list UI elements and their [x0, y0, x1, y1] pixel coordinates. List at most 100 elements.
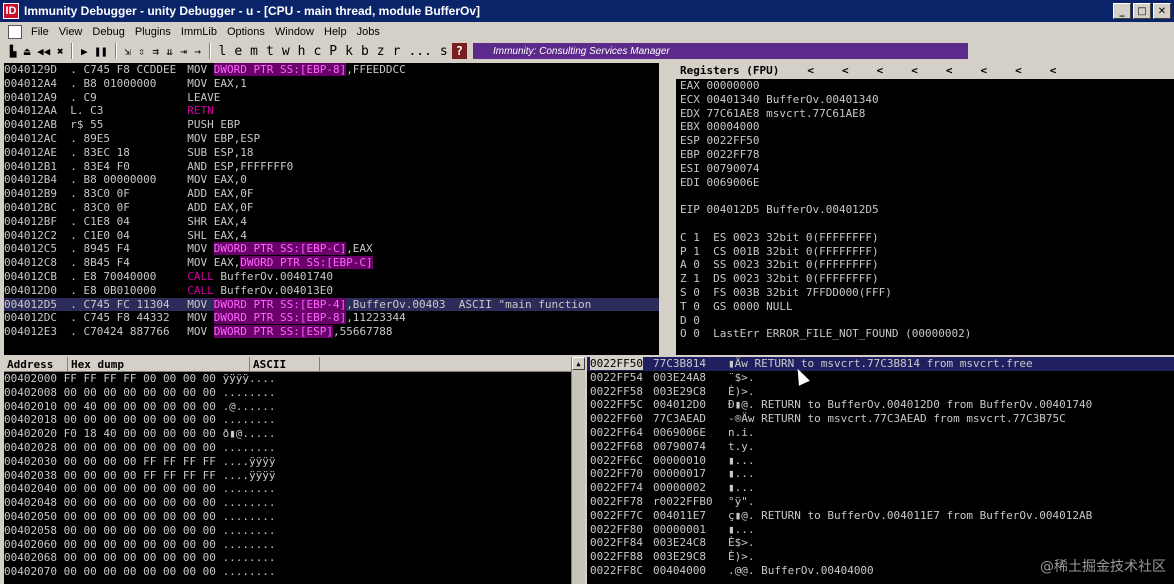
register-nav-arrow[interactable]: < — [946, 63, 953, 79]
dump-row[interactable]: 00402010 00 40 00 00 00 00 00 00 .@.....… — [4, 400, 571, 414]
disasm-row[interactable]: 004012AC . 89E5 MOV EBP,ESP — [4, 132, 659, 146]
register-row[interactable] — [676, 217, 1174, 231]
open-icon[interactable]: ▙ — [6, 43, 20, 60]
scroll-up-icon[interactable]: ▲ — [572, 357, 585, 370]
dump-row[interactable]: 00402038 00 00 00 00 FF FF FF FF ....ÿÿÿ… — [4, 469, 571, 483]
dump-row[interactable]: 00402040 00 00 00 00 00 00 00 00 .......… — [4, 482, 571, 496]
menu-options[interactable]: Options — [222, 26, 270, 38]
run-icon[interactable]: ▶ — [77, 43, 91, 60]
trace-into-icon[interactable]: ⇉ — [149, 43, 163, 60]
dump-header-address[interactable]: Address — [4, 357, 68, 371]
toolbar-w-button[interactable]: w — [278, 43, 294, 60]
register-row[interactable]: C 1 ES 0023 32bit 0(FFFFFFFF) — [676, 231, 1174, 245]
disasm-row[interactable]: 004012CB . E8 70040000 CALL BufferOv.0040… — [4, 270, 659, 284]
dump-row[interactable]: 00402020 F0 18 40 00 00 00 00 00 ð▮@....… — [4, 427, 571, 441]
stack-row[interactable]: 0022FF70 00000017 ▮... — [587, 467, 1174, 481]
toolbar-h-button[interactable]: h — [294, 43, 310, 60]
register-row[interactable]: ECX 00401340 BufferOv.00401340 — [676, 93, 1174, 107]
toolbar-l-button[interactable]: l — [215, 43, 231, 60]
toolbar-k-button[interactable]: k — [341, 43, 357, 60]
disasm-row[interactable]: 0040129D . C745 F8 CCDDEE MOV DWORD PTR S… — [4, 63, 659, 77]
register-row[interactable]: S 0 FS 003B 32bit 7FFDD000(FFF) — [676, 286, 1174, 300]
menu-immlib[interactable]: ImmLib — [176, 26, 222, 38]
disasm-row[interactable]: 004012B4 . B8 00000000 MOV EAX,0 — [4, 173, 659, 187]
register-row[interactable]: Z 1 DS 0023 32bit 0(FFFFFFFF) — [676, 272, 1174, 286]
trace-over-icon[interactable]: ⇊ — [163, 43, 177, 60]
goto-icon[interactable]: → — [191, 43, 205, 60]
disasm-row[interactable]: 004012C2 . C1E0 04 SHL EAX,4 — [4, 229, 659, 243]
register-nav-arrow[interactable]: < — [807, 63, 814, 79]
minimize-button[interactable]: _ — [1113, 3, 1131, 19]
toolbar-m-button[interactable]: m — [246, 43, 262, 60]
stack-row[interactable]: 0022FF78 r0022FFB0 °ÿ". — [587, 495, 1174, 509]
restart-icon[interactable]: ◀◀ — [34, 43, 53, 60]
register-row[interactable]: EDX 77C61AE8 msvcrt.77C61AE8 — [676, 107, 1174, 121]
register-row[interactable]: D 0 — [676, 314, 1174, 328]
toolbar-P-button[interactable]: P — [325, 43, 341, 60]
disasm-row[interactable]: 004012E3 . C70424 887766 MOV DWORD PTR SS… — [4, 325, 659, 339]
stack-row[interactable]: 0022FF6C 00000010 ▮... — [587, 454, 1174, 468]
disasm-row[interactable]: 004012D5 . C745 FC 11304 MOV DWORD PTR SS… — [4, 297, 659, 312]
disasm-row[interactable]: 004012D0 . E8 0B010000 CALL BufferOv.0040… — [4, 284, 659, 298]
dump-row[interactable]: 00402050 00 00 00 00 00 00 00 00 .......… — [4, 510, 571, 524]
register-row[interactable]: ESI 00790074 — [676, 162, 1174, 176]
disasm-row[interactable]: 004012AA L. C3 RETN — [4, 104, 659, 118]
dump-header-ascii[interactable]: ASCII — [250, 357, 320, 371]
stack-pane[interactable]: 0022FF50 77C3B814 ▮Äw RETURN to msvcrt.77C… — [587, 357, 1174, 584]
stack-row[interactable]: 0022FF60 77C3AEAD -®Äw RETURN to msvcrt.77… — [587, 412, 1174, 426]
dump-row[interactable]: 00402058 00 00 00 00 00 00 00 00 .......… — [4, 524, 571, 538]
register-nav-arrow[interactable]: < — [980, 63, 987, 79]
toolbar-e-button[interactable]: e — [230, 43, 246, 60]
dump-row[interactable]: 00402030 00 00 00 00 FF FF FF FF ....ÿÿÿ… — [4, 455, 571, 469]
hex-dump-pane[interactable]: Address Hex dump ASCII 00402000 FF FF FF… — [4, 357, 571, 584]
stack-row[interactable]: 0022FF80 00000001 ▮... — [587, 523, 1174, 537]
disasm-row[interactable]: 004012AB r$ 55 PUSH EBP — [4, 118, 659, 132]
menu-file[interactable]: File — [26, 26, 54, 38]
stack-row[interactable]: 0022FF84 003E24C8 È$>. — [587, 536, 1174, 550]
register-nav-arrow[interactable]: < — [877, 63, 884, 79]
register-row[interactable]: EDI 0069006E — [676, 176, 1174, 190]
stack-row[interactable]: 0022FF5C 004012D0 Ð▮@. RETURN to BufferOv.… — [587, 398, 1174, 412]
register-row[interactable]: EBP 0022FF78 — [676, 148, 1174, 162]
register-row[interactable]: EIP 004012D5 BufferOv.004012D5 — [676, 203, 1174, 217]
maximize-button[interactable]: □ — [1133, 3, 1151, 19]
dump-scrollbar[interactable]: ▲ — [571, 357, 585, 584]
dump-row[interactable]: 00402028 00 00 00 00 00 00 00 00 .......… — [4, 441, 571, 455]
cpu-window-icon[interactable] — [8, 24, 22, 39]
register-row[interactable] — [676, 341, 1174, 355]
disasm-row[interactable]: 004012BF . C1E8 04 SHR EAX,4 — [4, 215, 659, 229]
stack-row[interactable]: 0022FF58 003E29C8 È)>. — [587, 385, 1174, 399]
toolbar-z-button[interactable]: z — [373, 43, 389, 60]
disasm-row[interactable]: 004012B1 . 83E4 F0 AND ESP,FFFFFFF0 — [4, 160, 659, 174]
disasm-row[interactable]: 004012C5 . 8945 F4 MOV DWORD PTR SS:[EBP-… — [4, 242, 659, 256]
menu-debug[interactable]: Debug — [87, 26, 129, 38]
disasm-row[interactable]: 004012B9 . 83C0 0F ADD EAX,0F — [4, 187, 659, 201]
register-row[interactable]: EBX 00004000 — [676, 120, 1174, 134]
help-button[interactable]: ? — [451, 43, 467, 59]
stack-row[interactable]: 0022FF68 00790074 t.y. — [587, 440, 1174, 454]
disasm-row[interactable]: 004012A4 . B8 01000000 MOV EAX,1 — [4, 77, 659, 91]
toolbar-b-button[interactable]: b — [357, 43, 373, 60]
stack-row[interactable]: 0022FF74 00000002 ▮... — [587, 481, 1174, 495]
disasm-row[interactable]: 004012AE . 83EC 18 SUB ESP,18 — [4, 146, 659, 160]
register-nav-arrow[interactable]: < — [911, 63, 918, 79]
register-nav-arrow[interactable]: < — [842, 63, 849, 79]
menu-plugins[interactable]: Plugins — [130, 26, 176, 38]
dump-row[interactable]: 00402000 FF FF FF FF 00 00 00 00 ÿÿÿÿ...… — [4, 372, 571, 386]
dump-row[interactable]: 00402018 00 00 00 00 00 00 00 00 .......… — [4, 413, 571, 427]
step-over-icon[interactable]: ⇳ — [135, 43, 149, 60]
menu-help[interactable]: Help — [319, 26, 352, 38]
register-row[interactable]: P 1 CS 001B 32bit 0(FFFFFFFF) — [676, 245, 1174, 259]
execute-till-return-icon[interactable]: ⇥ — [177, 43, 191, 60]
pause-icon[interactable]: ❚❚ — [91, 43, 110, 60]
close-button[interactable]: ✕ — [1153, 3, 1171, 19]
stack-row[interactable]: 0022FF7C 004011E7 ç▮@. RETURN to BufferOv.… — [587, 509, 1174, 523]
registers-pane[interactable]: Registers (FPU) < < < < < < < < EAX 00000000 ECX… — [676, 63, 1174, 355]
register-row[interactable]: T 0 GS 0000 NULL — [676, 300, 1174, 314]
stack-row[interactable]: 0022FF50 77C3B814 ▮Äw RETURN to msvcrt.77C… — [587, 357, 1174, 371]
disasm-row[interactable]: 004012A9 . C9 LEAVE — [4, 91, 659, 105]
register-nav-arrow[interactable]: < — [1015, 63, 1022, 79]
register-row[interactable]: EAX 00000000 — [676, 79, 1174, 93]
toolbar-ellipsis-button[interactable]: ... — [404, 43, 435, 60]
register-row[interactable]: O 0 LastErr ERROR_FILE_NOT_FOUND (000000… — [676, 327, 1174, 341]
